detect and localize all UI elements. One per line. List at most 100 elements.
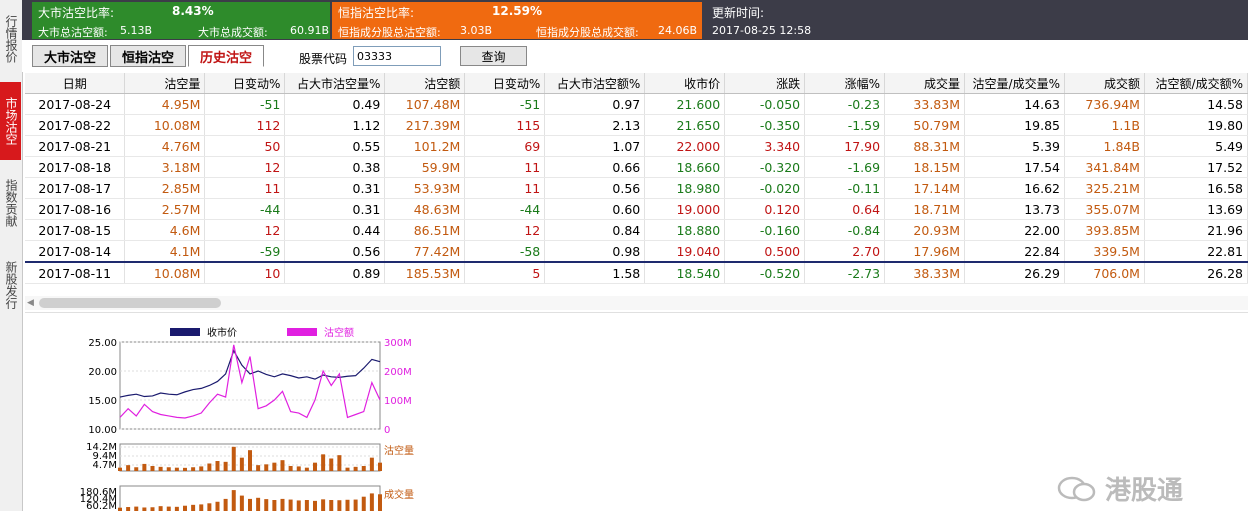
side-tab-short-selling[interactable]: 市场沽空 — [0, 82, 21, 160]
table-cell: 0.120 — [724, 198, 806, 220]
col-short-volume[interactable]: 沽空量 — [124, 73, 206, 94]
table-cell: 2017-08-15 — [25, 219, 126, 241]
col-date[interactable]: 日期 — [25, 73, 126, 94]
table-cell: 13.69 — [1144, 198, 1248, 220]
turnover-bar — [166, 506, 171, 511]
turnover-bar — [199, 504, 204, 511]
table-cell: -0.020 — [724, 177, 806, 199]
table-cell: 1.12 — [284, 114, 386, 136]
col-amount-change[interactable]: 日变动% — [464, 73, 546, 94]
table-row[interactable]: 2017-08-16 2.57M -44 0.31 48.63M -44 0.60 19.00… — [25, 198, 1248, 220]
scroll-left-icon[interactable]: ◀ — [27, 298, 34, 308]
col-volume-share[interactable]: 占大市沽空量% — [284, 73, 386, 94]
table-cell: 0.97 — [544, 93, 646, 115]
horizontal-scrollbar[interactable]: ◀ — [25, 296, 1248, 310]
table-cell: 0.84 — [544, 219, 646, 241]
turnover-bar — [272, 500, 277, 511]
hsi-turnover-value: 24.06B — [658, 24, 698, 37]
table-cell: -1.59 — [804, 114, 886, 136]
market-short-ratio-label: 大市沽空比率: — [38, 6, 115, 20]
table-cell: 0.56 — [284, 240, 386, 263]
table-cell: 2017-08-17 — [25, 177, 126, 199]
turnover-bar — [288, 499, 293, 511]
short-volume-bar — [223, 461, 228, 471]
table-cell: 12 — [204, 219, 286, 241]
table-cell: -0.520 — [724, 261, 806, 284]
short-volume-bar — [248, 450, 252, 471]
market-short-amount-value: 5.13B — [120, 24, 153, 37]
legend-swatch-close — [170, 328, 200, 336]
col-turnover-volume[interactable]: 成交量 — [884, 73, 965, 94]
table-cell: 4.95M — [124, 93, 206, 115]
table-cell: 107.48M — [384, 93, 466, 115]
tab-hsi-short[interactable]: 恒指沽空 — [110, 45, 186, 67]
tab-market-short[interactable]: 大市沽空 — [32, 45, 108, 67]
tab-history-short[interactable]: 历史沽空 — [188, 45, 264, 67]
turnover-tick: 60.2M — [86, 501, 117, 511]
table-cell: 0.44 — [284, 219, 386, 241]
short-volume-bar — [134, 467, 139, 471]
table-row[interactable]: 2017-08-22 10.08M 112 1.12 217.39M 115 2.13 21.… — [25, 114, 1248, 136]
side-tab-index-contribution[interactable]: 指数贡献 — [0, 164, 21, 242]
table-cell: 0.31 — [284, 177, 386, 199]
hsi-short-amount-value: 3.03B — [460, 24, 493, 37]
table-cell: 2017-08-14 — [25, 240, 126, 263]
col-change-pct[interactable]: 涨幅% — [804, 73, 886, 94]
table-cell: 69 — [464, 135, 546, 157]
query-button[interactable]: 查询 — [460, 46, 527, 66]
hsi-short-ratio-value: 12.59% — [492, 4, 542, 18]
table-row[interactable]: 2017-08-21 4.76M 50 0.55 101.2M 69 1.07 22.000 3… — [25, 135, 1248, 157]
table-cell: 12 — [464, 219, 546, 241]
table-row[interactable]: 2017-08-14 4.1M -59 0.56 77.42M -58 0.98 19.040… — [25, 240, 1248, 263]
table-row[interactable]: 2017-08-11 10.08M 10 0.89 185.53M 5 1.58 18.540… — [25, 261, 1248, 284]
table-cell: 10.08M — [124, 261, 206, 284]
col-short-amount[interactable]: 沽空额 — [384, 73, 466, 94]
table-cell: 2017-08-21 — [25, 135, 126, 157]
col-volume-change[interactable]: 日变动% — [204, 73, 286, 94]
side-tab-quotes[interactable]: 行情报价 — [0, 0, 21, 78]
col-price-change[interactable]: 涨跌 — [724, 73, 806, 94]
col-close-price[interactable]: 收市价 — [644, 73, 726, 94]
col-turnover-amount[interactable]: 成交额 — [1064, 73, 1145, 94]
col-amount-share[interactable]: 占大市沽空额% — [544, 73, 646, 94]
short-volume-bar — [207, 463, 212, 471]
right-axis-tick: 200M — [384, 367, 412, 378]
turnover-bar — [231, 490, 236, 511]
stock-code-label: 股票代码 — [299, 52, 348, 66]
table-cell: 59.9M — [384, 156, 466, 178]
turnover-bar — [183, 505, 187, 511]
table-cell: 88.31M — [884, 135, 965, 157]
short-volume-bar — [353, 466, 358, 471]
short-amount-line — [119, 344, 381, 419]
scrollbar-thumb[interactable] — [39, 298, 221, 308]
hsi-summary-block: 恒指沽空比率: 12.59% 恒指成分股总沽空额: 3.03B 恒指成分股总成交… — [332, 2, 702, 39]
table-cell: 10 — [204, 261, 286, 284]
col-volume-ratio[interactable]: 沽空量/成交量% — [964, 73, 1065, 94]
table-row[interactable]: 2017-08-24 4.95M -51 0.49 107.48M -51 0.97 21.6… — [25, 93, 1248, 115]
table-cell: 50 — [204, 135, 286, 157]
turnover-bar — [239, 495, 244, 511]
market-summary-header: 大市沽空比率: 8.43% 大市总沽空额: 5.13B 大市总成交额: 60.9… — [22, 0, 1248, 40]
turnover-bar — [304, 500, 309, 511]
table-cell: 0.60 — [544, 198, 646, 220]
side-tab-ipo[interactable]: 新股发行 — [0, 246, 21, 324]
table-row[interactable]: 2017-08-18 3.18M 12 0.38 59.9M 11 0.66 18.660 -0… — [25, 156, 1248, 178]
table-cell: 17.52 — [1144, 156, 1248, 178]
table-cell: 19.040 — [644, 240, 726, 263]
col-amount-ratio[interactable]: 沽空额/成交额% — [1144, 73, 1248, 94]
table-row[interactable]: 2017-08-15 4.6M 12 0.44 86.51M 12 0.84 18.880 -0… — [25, 219, 1248, 241]
table-cell: -51 — [464, 93, 546, 115]
turnover-bar — [223, 498, 228, 511]
short-volume-bar — [150, 466, 155, 471]
table-cell: 26.29 — [964, 261, 1065, 284]
table-cell: -0.160 — [724, 219, 806, 241]
turnover-bar — [313, 500, 317, 511]
table-cell: 11 — [464, 156, 546, 178]
short-volume-bar — [313, 462, 317, 471]
table-cell: -1.69 — [804, 156, 886, 178]
stock-code-input[interactable] — [353, 46, 441, 66]
table-cell: -58 — [464, 240, 546, 263]
table-cell: 393.85M — [1064, 219, 1145, 241]
table-cell: 18.71M — [884, 198, 965, 220]
table-row[interactable]: 2017-08-17 2.85M 11 0.31 53.93M 11 0.56 18.980-… — [25, 177, 1248, 199]
